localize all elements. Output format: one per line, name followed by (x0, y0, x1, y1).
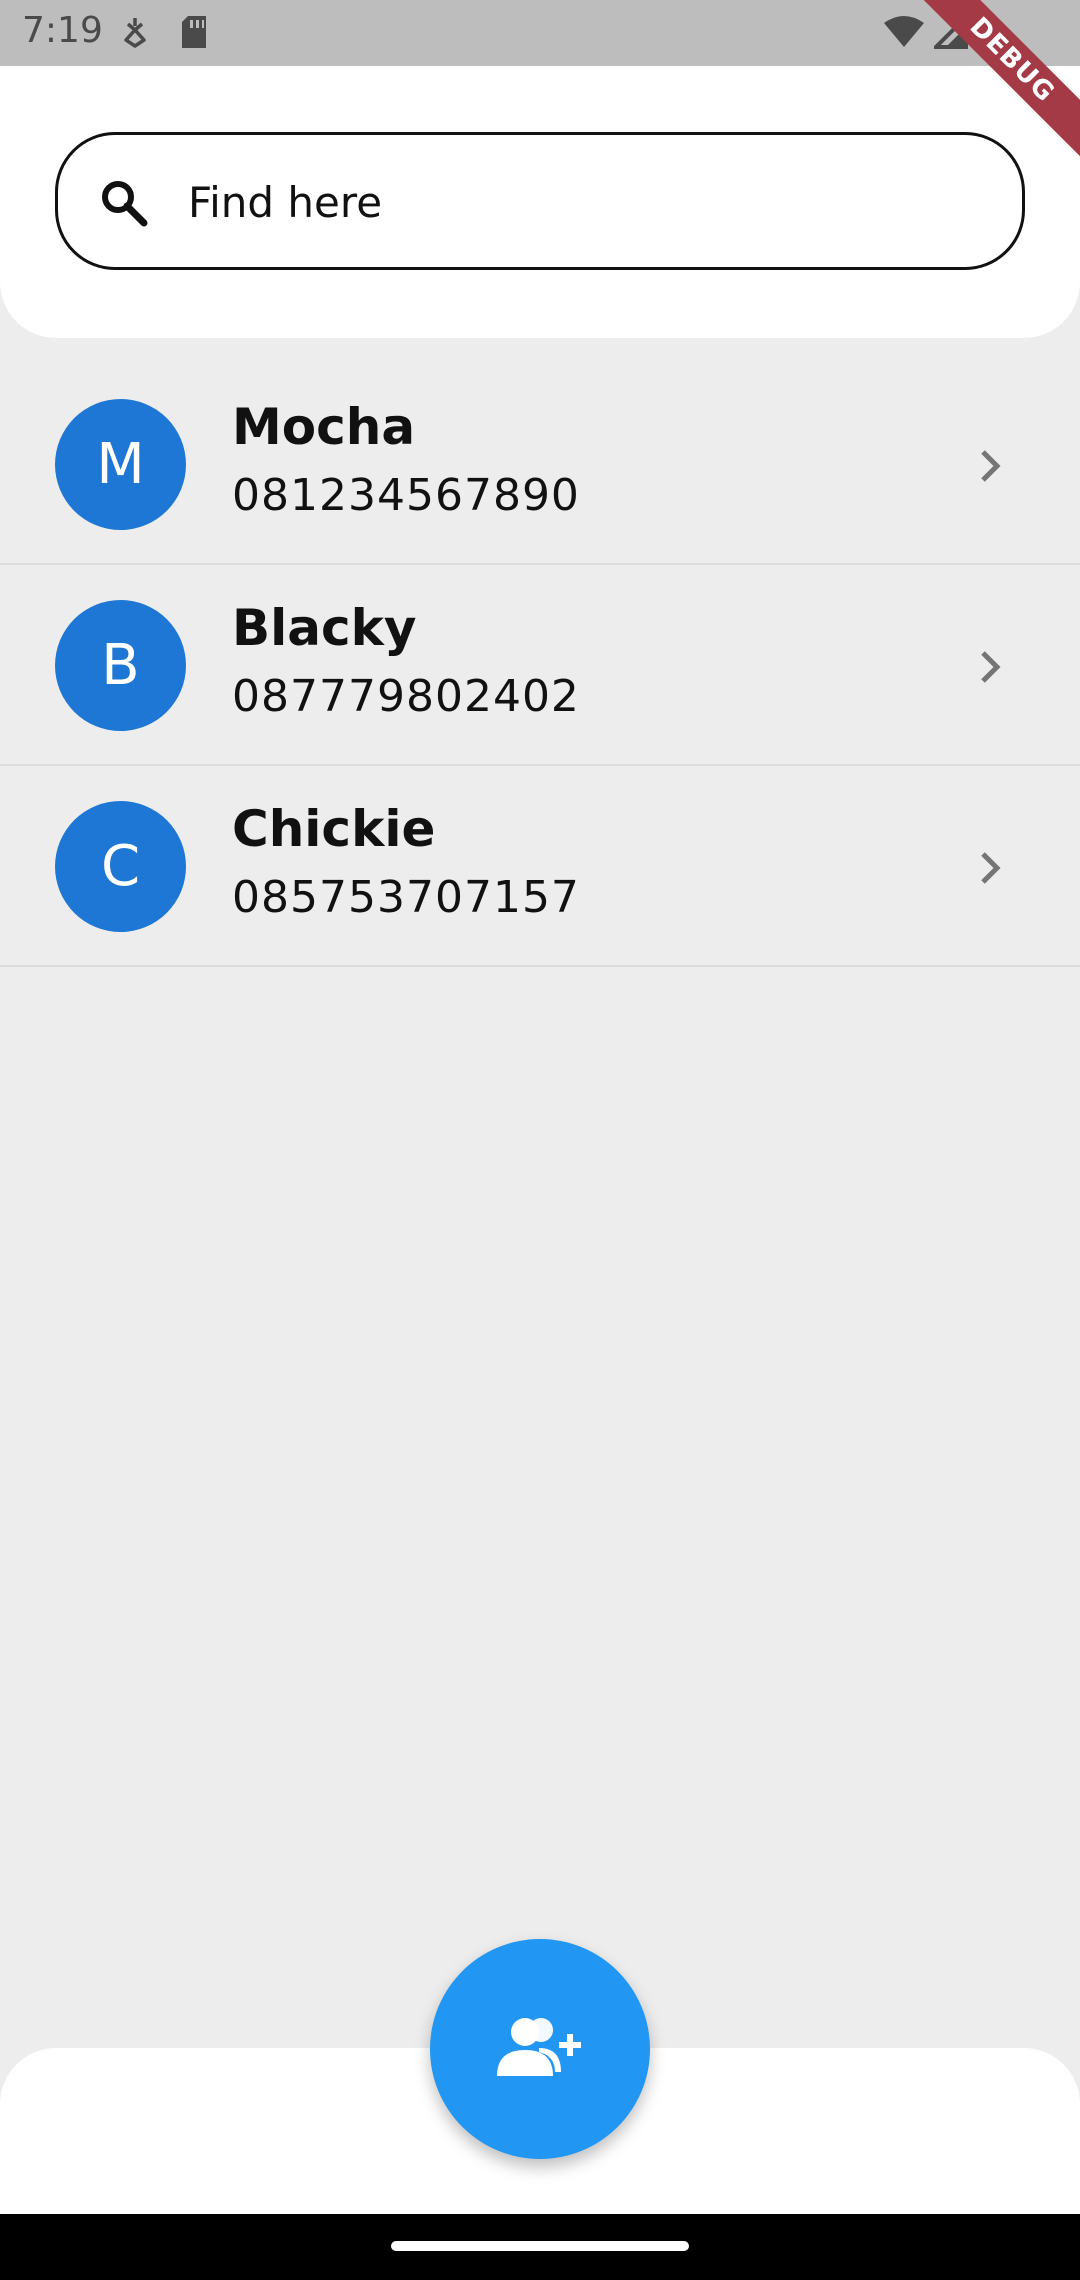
chevron-right-icon[interactable] (975, 446, 1005, 486)
avatar: B (55, 600, 186, 731)
contact-name: Blacky (232, 599, 417, 657)
chevron-right-icon[interactable] (975, 848, 1005, 888)
chevron-right-icon[interactable] (975, 647, 1005, 687)
search-input[interactable] (188, 157, 988, 247)
search-header (0, 66, 1080, 338)
status-time: 7:19 (22, 10, 103, 51)
add-user-icon (495, 2012, 585, 2086)
contact-phone: 081234567890 (232, 470, 580, 521)
contact-phone: 087779802402 (232, 671, 580, 722)
contact-row[interactable]: B Blacky 087779802402 (0, 565, 1080, 766)
sd-card-icon (178, 14, 210, 54)
contact-name: Chickie (232, 800, 436, 858)
avatar: C (55, 801, 186, 932)
add-contact-fab[interactable] (430, 1939, 650, 2159)
contact-row[interactable]: M Mocha 081234567890 (0, 364, 1080, 565)
search-icon[interactable] (96, 175, 152, 231)
contact-name: Mocha (232, 398, 416, 456)
home-indicator[interactable] (391, 2241, 689, 2251)
contact-row[interactable]: C Chickie 085753707157 (0, 766, 1080, 967)
status-bar: 7:19 (0, 0, 1080, 66)
search-box[interactable] (55, 132, 1025, 270)
debug-bug-icon (122, 14, 148, 54)
screen: 7:19 DEBUG Find here M Mocha 08123456789… (0, 0, 1080, 2280)
avatar: M (55, 399, 186, 530)
system-nav-bar (0, 2214, 1080, 2280)
contact-phone: 085753707157 (232, 872, 580, 923)
contact-list: M Mocha 081234567890 B Blacky 0877798024… (0, 364, 1080, 967)
wifi-icon (884, 15, 924, 53)
